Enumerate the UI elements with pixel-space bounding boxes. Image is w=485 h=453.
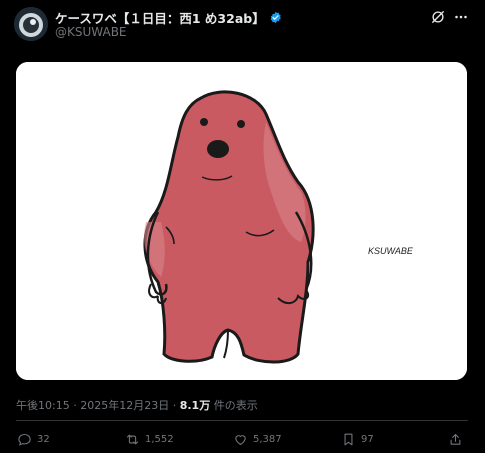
- verified-icon: [270, 11, 281, 24]
- like-button[interactable]: 5,387: [233, 432, 282, 447]
- tweet-date[interactable]: 2025年12月23日: [80, 399, 169, 412]
- meta-separator: ·: [69, 399, 81, 412]
- more-icon[interactable]: [452, 8, 470, 26]
- repost-icon: [126, 434, 139, 445]
- artist-signature: KSUWABE: [368, 246, 414, 256]
- tweet-image[interactable]: KSUWABE: [16, 62, 467, 380]
- like-count: 5,387: [253, 434, 282, 445]
- views-label: 件の表示: [210, 399, 258, 412]
- avatar-image: [14, 7, 48, 41]
- views-count: 8.1万: [179, 399, 211, 412]
- share-icon: [450, 433, 461, 445]
- bookmark-button[interactable]: 97: [341, 432, 374, 447]
- author-handle[interactable]: @KSUWABE: [55, 25, 127, 39]
- bookmark-icon: [344, 433, 353, 446]
- reply-count: 32: [37, 434, 50, 445]
- divider: [16, 420, 468, 421]
- action-bar: 32 1,552 5,387 97: [0, 432, 485, 452]
- like-icon: [235, 435, 246, 446]
- reply-icon: [18, 433, 31, 446]
- tweet-time[interactable]: 午後10:15: [16, 399, 70, 412]
- bookmark-count: 97: [361, 434, 374, 445]
- reply-button[interactable]: 32: [17, 432, 50, 447]
- grok-icon[interactable]: [429, 8, 447, 26]
- bear-illustration: KSUWABE: [16, 62, 467, 380]
- meta-separator-2: ·: [169, 399, 180, 412]
- tweet-metadata: 午後10:15 · 2025年12月23日 · 8.1万 件の表示: [16, 397, 258, 413]
- share-button[interactable]: [448, 432, 463, 447]
- avatar[interactable]: [14, 7, 48, 41]
- repost-button[interactable]: 1,552: [125, 432, 174, 447]
- repost-count: 1,552: [145, 434, 174, 445]
